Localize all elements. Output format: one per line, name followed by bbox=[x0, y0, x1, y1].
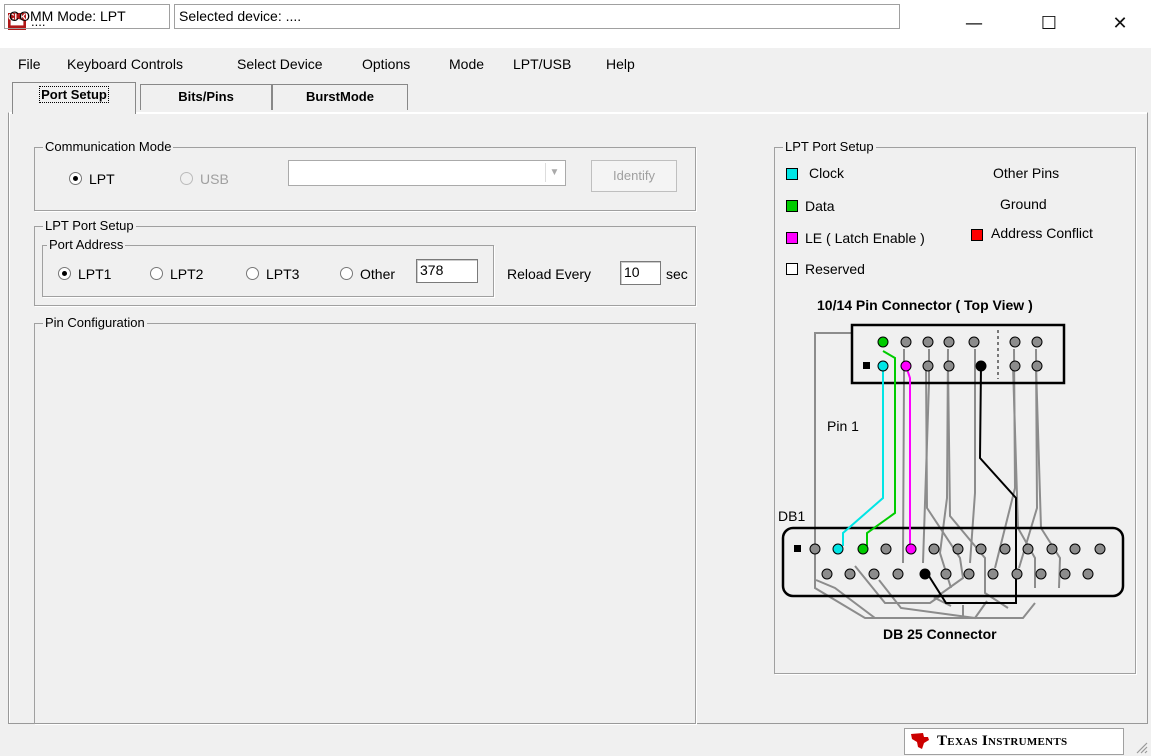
port-address-legend: Port Address bbox=[47, 237, 126, 252]
lpt-port-setup-group: LPT Port Setup Port Address LPT1 LPT2 LP… bbox=[34, 218, 696, 306]
other-pins-legend-label: Other Pins bbox=[993, 165, 1060, 181]
other-address-input[interactable]: 378 bbox=[416, 259, 478, 283]
le-wire bbox=[905, 365, 911, 546]
lpt2-radio[interactable]: LPT2 bbox=[150, 266, 203, 282]
usb-radio-label: USB bbox=[200, 171, 229, 187]
le-swatch-icon bbox=[786, 232, 798, 244]
db25-top-pins bbox=[794, 543, 1106, 555]
reload-interval-input[interactable]: 10 bbox=[620, 261, 661, 285]
data-wire bbox=[866, 350, 896, 546]
communication-mode-legend: Communication Mode bbox=[43, 139, 174, 154]
radio-dot-icon bbox=[58, 267, 71, 280]
lpt1-radio[interactable]: LPT1 bbox=[58, 266, 111, 282]
lpt3-radio[interactable]: LPT3 bbox=[246, 266, 299, 282]
texas-instruments-logo: Texas Instruments bbox=[904, 728, 1124, 755]
radio-dot-icon bbox=[340, 267, 353, 280]
header-bottom-pins bbox=[863, 360, 1043, 372]
clock-swatch-icon bbox=[786, 168, 798, 180]
menu-keyboard-controls[interactable]: Keyboard Controls bbox=[67, 56, 183, 72]
status-selected-device: Selected device: .... bbox=[174, 4, 900, 29]
connector-diagram bbox=[781, 323, 1125, 620]
menu-file[interactable]: File bbox=[18, 56, 41, 72]
tab-bits-pins-label: Bits/Pins bbox=[178, 89, 234, 104]
resize-grip-icon[interactable] bbox=[1134, 740, 1148, 754]
clock-legend-label: Clock bbox=[809, 165, 845, 181]
communication-mode-group: Communication Mode LPT USB ▼ Identify bbox=[34, 139, 696, 211]
port-address-group: Port Address LPT1 LPT2 LPT3 Other 378 bbox=[42, 237, 494, 297]
lpt-port-setup-legend: LPT Port Setup bbox=[43, 218, 136, 233]
usb-radio[interactable]: USB bbox=[180, 171, 229, 187]
minimize-button[interactable]: — bbox=[951, 10, 997, 38]
chevron-down-icon[interactable]: ▼ bbox=[545, 163, 563, 182]
ground-wire bbox=[926, 365, 1017, 604]
pin-configuration-legend: Pin Configuration bbox=[43, 315, 147, 330]
radio-dot-icon bbox=[180, 172, 193, 185]
status-comm-mode: COMM Mode: LPT bbox=[4, 4, 170, 29]
pin-configuration-group: Pin Configuration bbox=[34, 315, 696, 724]
radio-dot-icon bbox=[69, 172, 82, 185]
pin1-label: Pin 1 bbox=[827, 418, 859, 434]
other-radio[interactable]: Other bbox=[340, 266, 395, 282]
maximize-button[interactable]: ☐ bbox=[1026, 10, 1072, 38]
reload-unit-label: sec bbox=[666, 266, 688, 282]
ti-logo-icon bbox=[911, 733, 929, 749]
reserved-legend-label: Reserved bbox=[805, 261, 865, 277]
address-conflict-swatch-icon bbox=[971, 229, 983, 241]
reserved-swatch-icon bbox=[786, 263, 798, 275]
data-legend-label: Data bbox=[805, 198, 835, 214]
reload-every-label: Reload Every bbox=[507, 266, 592, 282]
tab-port-setup-label: Port Setup bbox=[39, 86, 109, 103]
tab-port-setup[interactable]: Port Setup bbox=[12, 82, 136, 114]
vendor-name: Texas Instruments bbox=[937, 733, 1068, 749]
tab-bits-pins[interactable]: Bits/Pins bbox=[140, 84, 272, 110]
other-label: Other bbox=[360, 266, 396, 282]
menu-mode[interactable]: Mode bbox=[449, 56, 484, 72]
connector-title: 10/14 Pin Connector ( Top View ) bbox=[817, 297, 1033, 313]
tab-burstmode-label: BurstMode bbox=[306, 89, 374, 104]
tab-burstmode[interactable]: BurstMode bbox=[272, 84, 408, 110]
db1-label: DB1 bbox=[778, 508, 806, 524]
ground-legend-label: Ground bbox=[1000, 196, 1047, 212]
lpt-radio-label: LPT bbox=[89, 171, 115, 187]
db25-connector-label: DB 25 Connector bbox=[883, 626, 997, 642]
menu-lpt-usb[interactable]: LPT/USB bbox=[513, 56, 571, 72]
lpt3-label: LPT3 bbox=[266, 266, 300, 282]
lpt-diagram-group: LPT Port Setup Clock Data LE ( Latch Ena… bbox=[774, 139, 1136, 674]
radio-dot-icon bbox=[150, 267, 163, 280]
data-swatch-icon bbox=[786, 200, 798, 212]
close-button[interactable]: ✕ bbox=[1097, 10, 1143, 38]
radio-dot-icon bbox=[246, 267, 259, 280]
clock-wire bbox=[842, 368, 884, 546]
lpt-diagram-legend: LPT Port Setup bbox=[783, 139, 876, 154]
lpt1-label: LPT1 bbox=[78, 266, 112, 282]
header-top-pins bbox=[877, 336, 1043, 348]
menu-options[interactable]: Options bbox=[362, 56, 410, 72]
menu-select-device[interactable]: Select Device bbox=[237, 56, 323, 72]
menu-help[interactable]: Help bbox=[606, 56, 635, 72]
lpt-radio[interactable]: LPT bbox=[69, 171, 115, 187]
lpt2-label: LPT2 bbox=[170, 266, 204, 282]
le-legend-label: LE ( Latch Enable ) bbox=[805, 230, 925, 246]
address-conflict-legend-label: Address Conflict bbox=[991, 225, 1093, 241]
device-combo[interactable]: ▼ bbox=[288, 160, 566, 186]
identify-button[interactable]: Identify bbox=[591, 160, 677, 192]
